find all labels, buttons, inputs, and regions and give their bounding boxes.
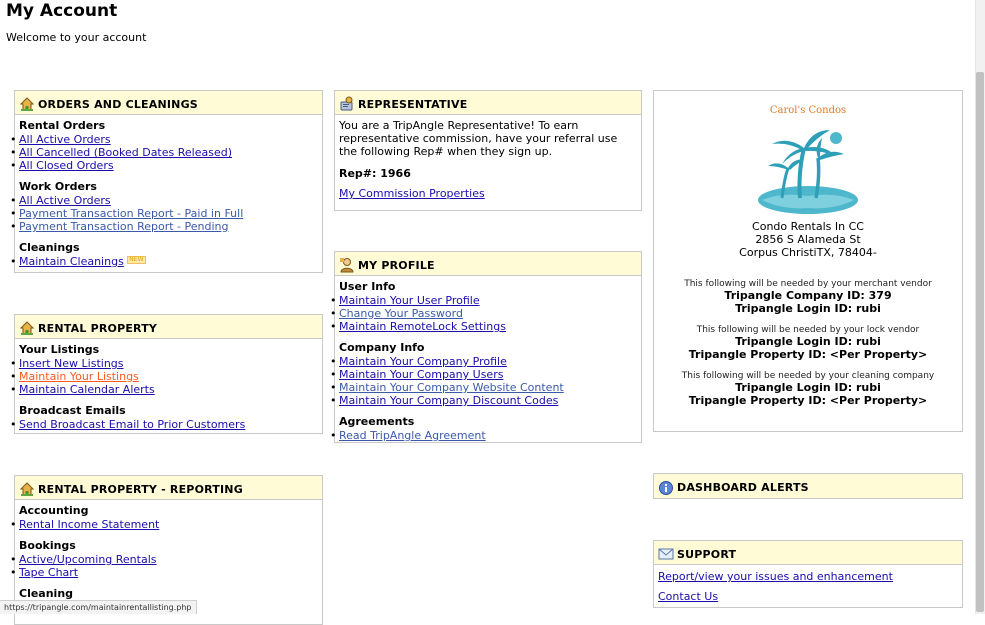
rental-property-panel: RENTAL PROPERTY Your Listings Insert New…: [10, 314, 323, 434]
house-icon: [19, 481, 35, 497]
company-info-heading: Company Info: [339, 341, 425, 354]
rental-orders-heading: Rental Orders: [19, 119, 106, 132]
company-city: Corpus ChristiTX, 78404-: [739, 246, 877, 259]
dashboard-alerts-panel: DASHBOARD ALERTS: [653, 473, 963, 499]
info-icon: [658, 480, 674, 496]
representative-text: You are a TripAngle Representative! To e…: [339, 119, 618, 158]
rental-property-panel-title: RENTAL PROPERTY: [38, 321, 158, 335]
active-upcoming-rentals-link[interactable]: Active/Upcoming Rentals: [19, 553, 157, 566]
rental-all-closed-link[interactable]: All Closed Orders: [19, 159, 114, 172]
payment-report-paid-link[interactable]: Payment Transaction Report - Paid in Ful…: [19, 207, 243, 220]
support-panel: SUPPORT Report/view your issues and enha…: [653, 540, 963, 608]
lock-login-id: Tripangle Login ID: rubi: [735, 335, 881, 348]
page-scrollbar[interactable]: [975, 0, 985, 614]
contact-us-link[interactable]: Contact Us: [658, 590, 718, 603]
merchant-company-id: Tripangle Company ID: 379: [724, 289, 892, 302]
company-brand: Carol's Condos: [769, 105, 847, 116]
profile-panel-header: MY PROFILE: [335, 252, 641, 276]
user-info-heading: User Info: [339, 280, 396, 293]
representative-panel-title: REPRESENTATIVE: [358, 97, 468, 111]
cleaning-heading: Cleaning: [19, 587, 74, 600]
your-listings-heading: Your Listings: [19, 343, 100, 356]
lock-property-id: Tripangle Property ID: <Per Property>: [688, 348, 928, 361]
merchant-login-id: Tripangle Login ID: rubi: [735, 302, 881, 315]
orders-panel-header: ORDERS AND CLEANINGS: [15, 91, 322, 115]
my-commission-properties-link[interactable]: My Commission Properties: [339, 187, 485, 200]
change-password-link[interactable]: Change Your Password: [339, 307, 463, 320]
dashboard-alerts-header: DASHBOARD ALERTS: [654, 474, 962, 498]
representative-icon: [339, 96, 355, 112]
accounting-heading: Accounting: [19, 504, 89, 517]
work-all-active-orders-link[interactable]: All Active Orders: [19, 194, 111, 207]
tape-chart-link[interactable]: Tape Chart: [19, 566, 78, 579]
maintain-your-listings-link[interactable]: Maintain Your Listings: [19, 370, 139, 383]
cleaning-property-id: Tripangle Property ID: <Per Property>: [688, 394, 928, 407]
reporting-panel-title: RENTAL PROPERTY - REPORTING: [38, 482, 243, 496]
house-icon: [19, 320, 35, 336]
user-profile-icon: [339, 257, 355, 273]
house-icon: [19, 96, 35, 112]
cleanings-heading: Cleanings: [19, 241, 80, 254]
agreements-heading: Agreements: [339, 415, 415, 428]
representative-panel: REPRESENTATIVE You are a TripAngle Repre…: [334, 90, 642, 211]
payment-report-pending-link[interactable]: Payment Transaction Report - Pending: [19, 220, 228, 233]
maintain-remotelock-link[interactable]: Maintain RemoteLock Settings: [339, 320, 506, 333]
lock-note: This following will be needed by your lo…: [696, 325, 920, 335]
reporting-panel-header: RENTAL PROPERTY - REPORTING: [15, 476, 322, 500]
company-logo: [654, 116, 962, 220]
representative-panel-header: REPRESENTATIVE: [335, 91, 641, 115]
scrollbar-thumb[interactable]: [976, 72, 984, 612]
orders-panel: ORDERS AND CLEANINGS Rental Orders All A…: [10, 90, 323, 273]
send-broadcast-email-link[interactable]: Send Broadcast Email to Prior Customers: [19, 418, 245, 431]
dashboard-alerts-title: DASHBOARD ALERTS: [677, 481, 809, 494]
rep-number: Rep#: 1966: [339, 167, 411, 180]
profile-panel: MY PROFILE User Info Maintain Your User …: [330, 251, 642, 443]
company-street: 2856 S Alameda St: [755, 233, 861, 246]
maintain-calendar-alerts-link[interactable]: Maintain Calendar Alerts: [19, 383, 155, 396]
maintain-discount-codes-link[interactable]: Maintain Your Company Discount Codes: [339, 394, 558, 407]
broadcast-emails-heading: Broadcast Emails: [19, 404, 126, 417]
merchant-note: This following will be needed by your me…: [684, 279, 932, 289]
rental-property-panel-header: RENTAL PROPERTY: [15, 315, 322, 339]
rental-income-statement-link[interactable]: Rental Income Statement: [19, 518, 159, 531]
page-title: My Account: [6, 1, 118, 21]
bookings-heading: Bookings: [19, 539, 76, 552]
maintain-company-website-link[interactable]: Maintain Your Company Website Content: [339, 381, 564, 394]
rental-all-active-orders-link[interactable]: All Active Orders: [19, 133, 111, 146]
rental-all-cancelled-link[interactable]: All Cancelled (Booked Dates Released): [19, 146, 232, 159]
welcome-text: Welcome to your account: [6, 31, 147, 44]
maintain-user-profile-link[interactable]: Maintain Your User Profile: [339, 294, 480, 307]
support-panel-header: SUPPORT: [654, 541, 962, 565]
new-badge: NEW: [127, 256, 146, 264]
palm-island-logo: [758, 130, 858, 214]
company-name: Condo Rentals In CC: [752, 220, 864, 233]
support-panel-title: SUPPORT: [677, 547, 737, 561]
envelope-icon: [658, 546, 674, 562]
orders-panel-title: ORDERS AND CLEANINGS: [38, 97, 198, 111]
report-issues-link[interactable]: Report/view your issues and enhancement: [658, 570, 893, 583]
browser-status-bar: https://tripangle.com/maintainrentallist…: [0, 600, 197, 614]
profile-panel-title: MY PROFILE: [358, 258, 435, 272]
insert-new-listings-link[interactable]: Insert New Listings: [19, 357, 124, 370]
maintain-company-users-link[interactable]: Maintain Your Company Users: [339, 368, 503, 381]
work-orders-heading: Work Orders: [19, 180, 97, 193]
read-agreement-link[interactable]: Read TripAngle Agreement: [339, 429, 486, 442]
cleaning-login-id: Tripangle Login ID: rubi: [735, 381, 881, 394]
maintain-cleanings-link[interactable]: Maintain Cleanings: [19, 255, 124, 268]
company-card: Carol's Condos Condo Rentals In CC 2856 …: [653, 90, 963, 432]
cleaning-note: This following will be needed by your cl…: [681, 371, 935, 381]
maintain-company-profile-link[interactable]: Maintain Your Company Profile: [339, 355, 507, 368]
